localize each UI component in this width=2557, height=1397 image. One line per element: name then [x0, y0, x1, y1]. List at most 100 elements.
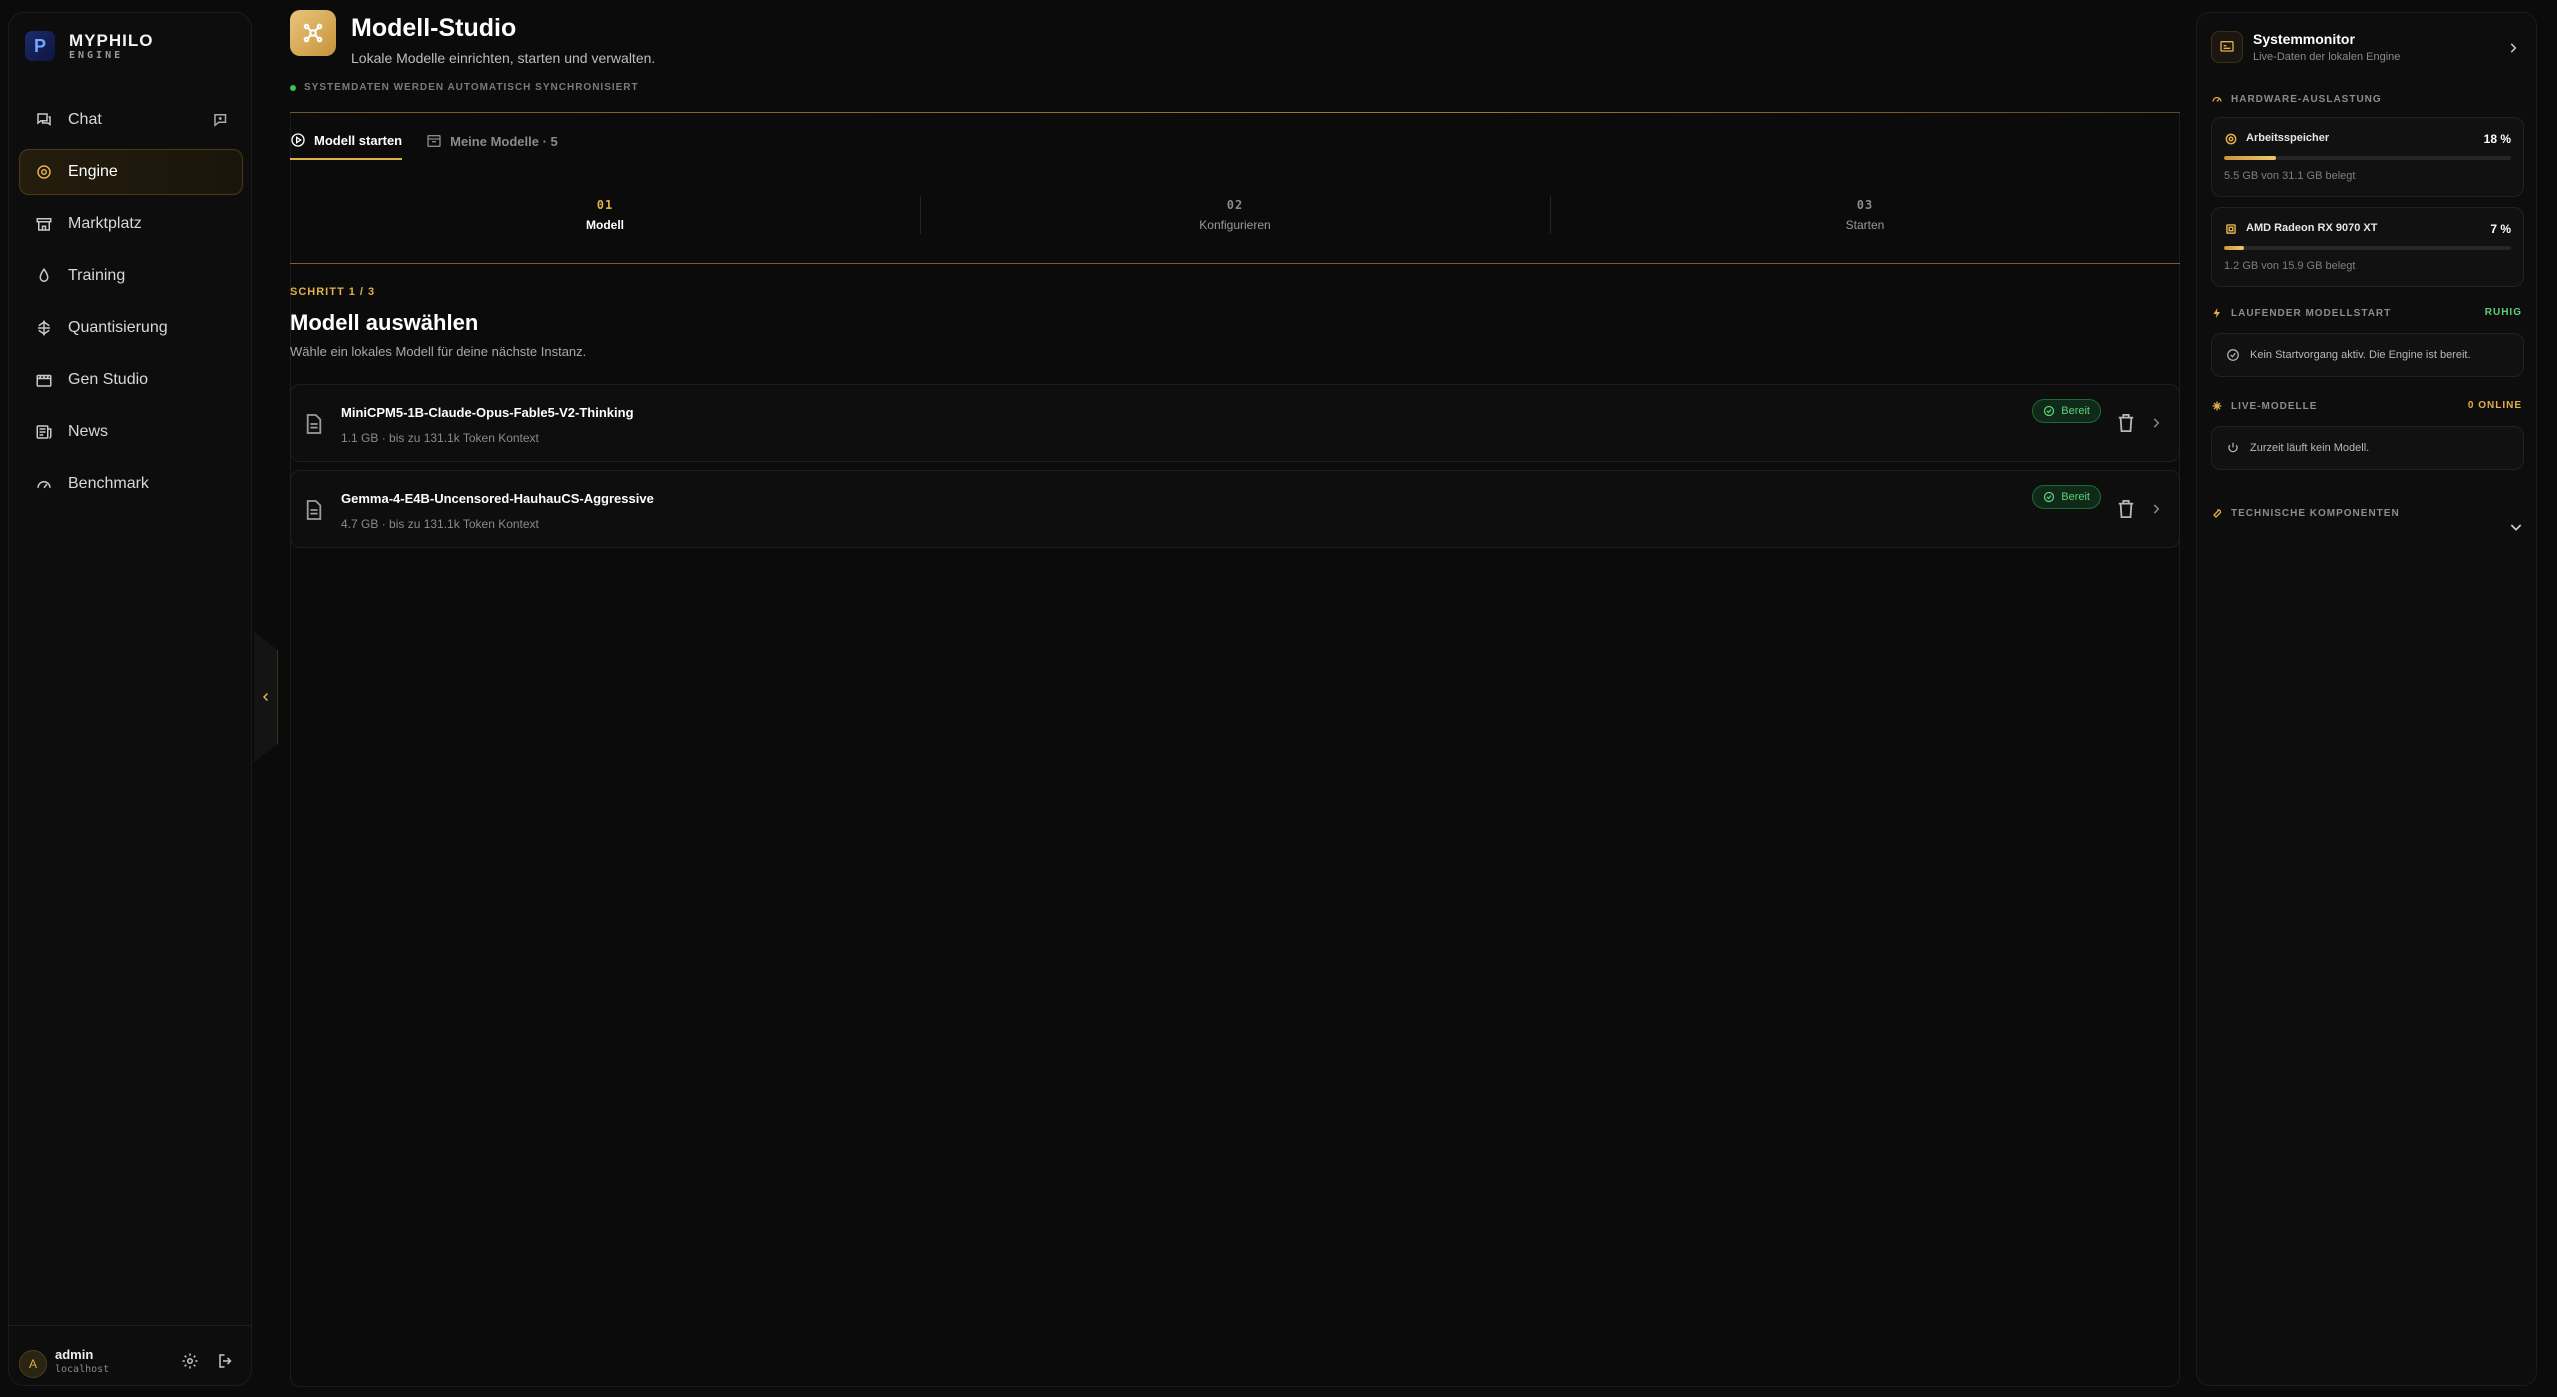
tab-label: Modell starten	[314, 132, 403, 148]
gpu-chip-icon	[2226, 224, 2236, 234]
status-badge: Bereit	[2032, 399, 2101, 423]
system-monitor-panel: Systemmonitor Live-Daten der lokalen Eng…	[2196, 12, 2537, 1386]
header-divider	[290, 112, 2180, 113]
modelstart-text: Kein Startvorgang aktiv. Die Engine ist …	[2250, 349, 2471, 361]
usage-bar-fill	[2224, 156, 2276, 160]
play-circle-icon	[291, 133, 305, 147]
brand-sub: ENGINE	[69, 49, 124, 61]
sidebar-item-training[interactable]: Training	[19, 253, 243, 299]
hardware-name: AMD Radeon RX 9070 XT	[2246, 222, 2378, 234]
live-models-card: Zurzeit läuft kein Modell.	[2211, 426, 2524, 470]
hardware-used: 5.5 GB von 31.1 GB belegt	[2224, 170, 2356, 182]
list-item[interactable]: MiniCPM5-1B-Claude-Opus-Fable5-V2-Thinki…	[290, 384, 2180, 462]
power-icon	[2228, 442, 2238, 453]
step-modell[interactable]: 01 Modell	[290, 188, 920, 263]
hardware-percent: 7 %	[2490, 222, 2511, 236]
hardware-percent: 18 %	[2483, 132, 2511, 146]
tab-modell-starten[interactable]: Modell starten	[290, 132, 403, 160]
hardware-label-text: HARDWARE-AUSLASTUNG	[2231, 93, 2382, 105]
step-number: 01	[596, 198, 614, 212]
sync-text: SYSTEMDATEN WERDEN AUTOMATISCH SYNCHRONI…	[304, 82, 639, 93]
model-meta: 1.1 GB · bis zu 131.1k Token Kontext	[341, 431, 539, 445]
step-counter: SCHRITT 1 / 3	[290, 286, 376, 298]
chat-icon	[34, 110, 54, 130]
model-name: Gemma-4-E4B-Uncensored-HauhauCS-Aggressi…	[341, 491, 654, 506]
live-models-label: LIVE-MODELLE	[2211, 400, 2317, 412]
user-footer: A admin localhost	[9, 1325, 251, 1385]
avatar[interactable]: A	[19, 1350, 47, 1378]
usage-bar	[2224, 156, 2511, 160]
clapper-icon	[34, 370, 54, 390]
quantize-icon	[34, 318, 54, 338]
sync-status: SYSTEMDATEN WERDEN AUTOMATISCH SYNCHRONI…	[290, 82, 639, 93]
step-label: Starten	[1845, 218, 1885, 232]
engine-icon	[34, 162, 54, 182]
live-models-text: Zurzeit läuft kein Modell.	[2250, 442, 2370, 454]
chevron-down-icon[interactable]	[2508, 519, 2524, 535]
modelstart-status: RUHIG	[2484, 307, 2522, 318]
step-number: 02	[1226, 198, 1244, 212]
step-starten[interactable]: 03 Starten	[1550, 188, 2180, 263]
sidebar-item-label: News	[68, 423, 109, 440]
tab-meine-modelle[interactable]: Meine Modelle · 5	[426, 132, 558, 160]
file-icon	[306, 414, 322, 434]
chevron-right-icon[interactable]	[2149, 416, 2163, 430]
chevron-right-icon[interactable]	[2149, 502, 2163, 516]
list-item[interactable]: Gemma-4-E4B-Uncensored-HauhauCS-Aggressi…	[290, 470, 2180, 548]
step-number: 03	[1856, 198, 1874, 212]
model-name: MiniCPM5-1B-Claude-Opus-Fable5-V2-Thinki…	[341, 405, 634, 420]
sidebar-item-gen-studio[interactable]: Gen Studio	[19, 357, 243, 403]
sidebar-item-label: Marktplatz	[68, 215, 142, 232]
sparkle-icon	[2212, 401, 2222, 411]
archive-icon	[427, 135, 441, 147]
sidebar-item-benchmark[interactable]: Benchmark	[19, 461, 243, 507]
store-icon	[34, 214, 54, 234]
monitor-title: Systemmonitor	[2253, 31, 2355, 47]
tab-label: Meine Modelle · 5	[450, 133, 558, 149]
settings-gear-icon[interactable]	[181, 1352, 201, 1372]
sidebar: P MYPHILO ENGINE Chat Engine Marktplatz …	[8, 12, 252, 1386]
step-konfigurieren[interactable]: 02 Konfigurieren	[920, 188, 1550, 263]
check-circle-icon	[2044, 405, 2055, 417]
gauge-icon	[2212, 96, 2222, 102]
logout-icon[interactable]	[217, 1352, 237, 1372]
main-frame	[290, 112, 2180, 1387]
sync-dot-icon	[290, 84, 296, 91]
ram-card: Arbeitsspeicher 18 % 5.5 GB von 31.1 GB …	[2211, 117, 2524, 197]
studio-logo-icon	[290, 10, 336, 56]
training-icon	[34, 266, 54, 286]
gauge-icon	[34, 474, 54, 494]
sidebar-item-news[interactable]: News	[19, 409, 243, 455]
sidebar-item-label: Chat	[68, 111, 102, 128]
live-models-status: 0 ONLINE	[2467, 400, 2522, 411]
sidebar-item-label: Quantisierung	[68, 319, 168, 336]
hardware-label: HARDWARE-AUSLASTUNG	[2211, 93, 2382, 105]
gpu-card: AMD Radeon RX 9070 XT 7 % 1.2 GB von 15.…	[2211, 207, 2524, 287]
step-label: Konfigurieren	[1199, 218, 1271, 232]
page-subtitle: Lokale Modelle einrichten, starten und v…	[351, 50, 656, 66]
chevron-right-icon[interactable]	[2506, 41, 2520, 55]
sidebar-collapse-toggle[interactable]	[254, 632, 278, 762]
monitor-header[interactable]: Systemmonitor Live-Daten der lokalen Eng…	[2211, 29, 2524, 73]
sidebar-item-quantisierung[interactable]: Quantisierung	[19, 305, 243, 351]
section-title: Modell auswählen	[290, 310, 479, 335]
status-badge: Bereit	[2032, 485, 2101, 509]
model-list: MiniCPM5-1B-Claude-Opus-Fable5-V2-Thinki…	[290, 384, 2180, 556]
brand[interactable]: P MYPHILO ENGINE	[25, 31, 153, 61]
trash-icon[interactable]	[2117, 499, 2135, 519]
tech-components-label-text: TECHNISCHE KOMPONENTEN	[2231, 507, 2400, 519]
main-content: Modell-Studio Lokale Modelle einrichten,…	[290, 0, 2180, 1397]
trash-icon[interactable]	[2117, 413, 2135, 433]
user-host: localhost	[55, 1364, 110, 1375]
sidebar-item-chat[interactable]: Chat	[19, 97, 243, 143]
tech-components-toggle[interactable]: TECHNISCHE KOMPONENTEN	[2211, 507, 2400, 519]
hardware-name: Arbeitsspeicher	[2246, 132, 2330, 144]
live-models-label-text: LIVE-MODELLE	[2231, 400, 2318, 412]
chevron-left-icon	[262, 692, 268, 702]
new-chat-icon[interactable]	[212, 111, 230, 129]
usage-bar-fill	[2224, 246, 2245, 250]
model-meta: 4.7 GB · bis zu 131.1k Token Kontext	[341, 517, 539, 531]
sidebar-item-marktplatz[interactable]: Marktplatz	[19, 201, 243, 247]
sidebar-item-engine[interactable]: Engine	[19, 149, 243, 195]
modelstart-card: Kein Startvorgang aktiv. Die Engine ist …	[2211, 333, 2524, 377]
